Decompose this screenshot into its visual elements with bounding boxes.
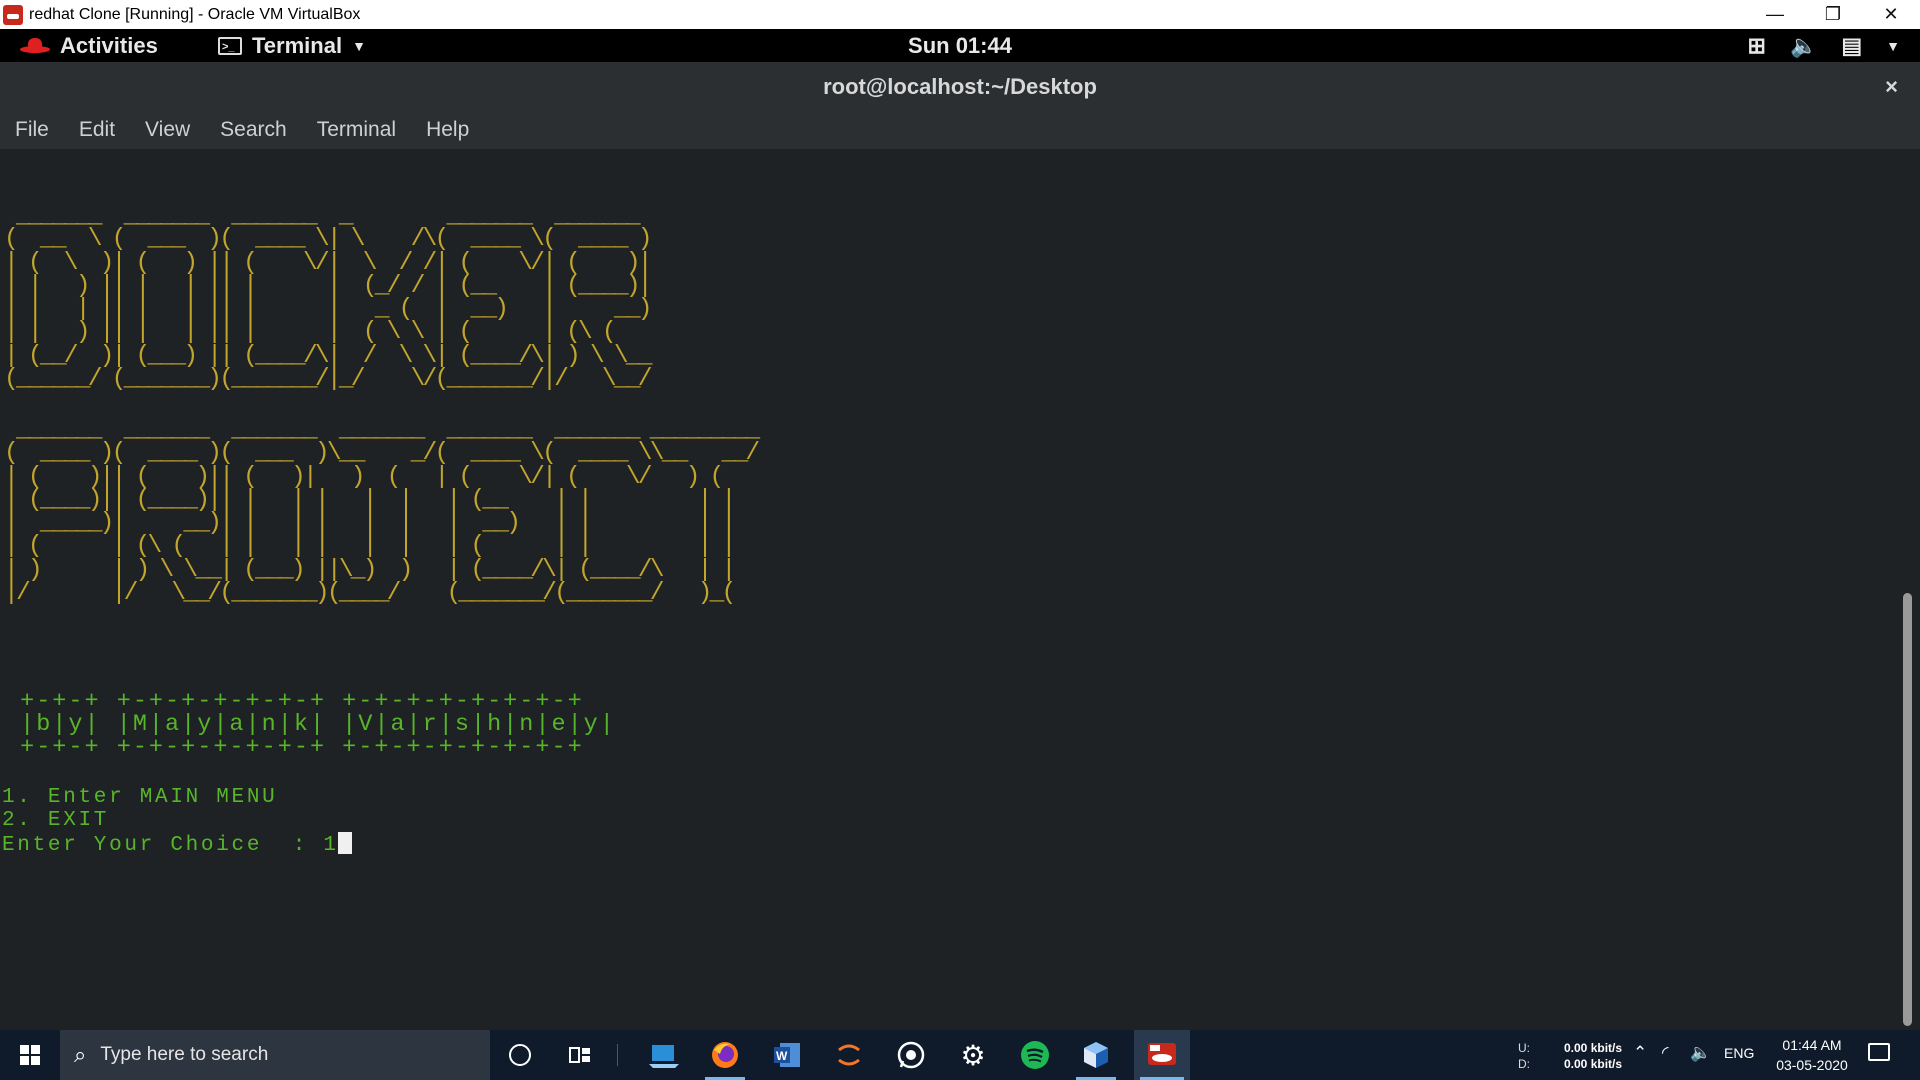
menu-terminal[interactable]: Terminal [317,118,396,142]
menu-option-2: 2. EXIT [2,809,110,832]
task-view-icon[interactable] [556,1035,604,1075]
menu-option-1: 1. Enter MAIN MENU [2,786,278,809]
clipboard-icon: ▤ [1841,32,1863,58]
close-window-button[interactable]: ✕ [1862,0,1920,29]
firefox-icon[interactable] [701,1035,749,1080]
gnome-top-bar: Activities >_ Terminal ▼ Sun 01:44 ⊞ 🔈 ▤… [0,29,1920,62]
net-down-label: D: [1518,1057,1530,1071]
search-placeholder: Type here to search [100,1044,269,1065]
menu-search[interactable]: Search [220,118,287,142]
choice-prompt: Enter Your Choice : [2,834,324,857]
app-menu-label: Terminal [252,32,343,58]
notification-icon[interactable] [1868,1043,1890,1061]
menu-edit[interactable]: Edit [79,118,115,142]
taskbar-date: 03-05-2020 [1776,1057,1848,1073]
choice-input[interactable]: 1 [323,834,338,857]
net-rates: 0.00 kbit/s 0.00 kbit/s [1564,1040,1622,1072]
terminal-headerbar: root@localhost:~/Desktop × [0,62,1920,111]
chevron-down-icon: ▼ [1886,37,1900,54]
menu-help[interactable]: Help [426,118,469,142]
spotify-icon[interactable] [1011,1035,1059,1075]
vm-window-titlebar: redhat Clone [Running] - Oracle VM Virtu… [0,0,1920,29]
menu-file[interactable]: File [15,118,49,142]
topbar-clock[interactable]: Sun 01:44 [900,29,1020,62]
svg-text:W: W [776,1049,788,1063]
scrollbar-thumb[interactable] [1903,593,1912,1026]
terminal-close-button[interactable]: × [1885,62,1898,111]
settings-icon[interactable]: ⚙ [949,1035,997,1075]
text-cursor [337,832,352,854]
terminal-app-menu[interactable]: >_ Terminal ▼ [218,29,366,62]
windows-taskbar: ⌕ Type here to search W ⚙ U: D: 0.00 kbi… [0,1030,1920,1080]
choice-prompt-line[interactable]: Enter Your Choice : 1 [2,832,352,857]
cortana-icon[interactable] [496,1035,544,1075]
system-status-area[interactable]: ⊞ 🔈 ▤ ▼ [1748,29,1901,62]
redhat-app-icon [3,4,23,25]
net-up-label: U: [1518,1041,1530,1055]
restore-button[interactable]: ❐ [1804,0,1862,29]
language-indicator[interactable]: ENG [1724,1045,1754,1061]
author-byline: +-+-+ +-+-+-+-+-+-+ +-+-+-+-+-+-+-+ |b|y… [20,688,616,761]
activities-label: Activities [60,32,158,58]
search-icon: ⌕ [74,1042,87,1067]
start-button[interactable] [0,1030,60,1080]
minimize-button[interactable]: — [1746,0,1804,29]
taskbar-time: 01:44 AM [1782,1037,1842,1053]
volume-icon: 🔈 [1789,32,1818,58]
redhat-logo-icon [20,37,50,54]
terminal-title: root@localhost:~/Desktop [823,74,1097,99]
jupyter-icon[interactable] [825,1035,873,1075]
taskbar-clock[interactable]: 01:44 AM 03-05-2020 [1770,1035,1854,1075]
network-icon: ⊞ [1747,32,1766,58]
terminal-icon: >_ [218,36,242,55]
net-labels: U: D: [1518,1040,1530,1072]
taskbar-search[interactable]: ⌕ Type here to search [60,1030,490,1080]
chevron-down-icon: ▼ [352,37,366,54]
terminal-output[interactable]: _______ _______ _______ _ _______ ______… [0,149,1900,1030]
whatsapp-icon[interactable] [887,1035,935,1075]
net-up-rate: 0.00 kbit/s [1564,1041,1623,1055]
windows-logo-icon [20,1045,40,1065]
ascii-banner-docker: _______ _______ _______ _ _______ ______… [4,203,653,394]
chevron-up-icon[interactable]: ⌃ [1633,1043,1647,1063]
files-icon[interactable] [640,1035,688,1075]
redhat-vm-icon[interactable] [1134,1030,1190,1080]
menu-view[interactable]: View [145,118,190,142]
volume-icon[interactable]: 🔈 [1690,1043,1711,1063]
activities-button[interactable]: Activities [20,29,158,62]
word-icon[interactable]: W [763,1035,811,1075]
wifi-icon[interactable]: ◜ [1662,1043,1669,1063]
virtualbox-icon[interactable] [1072,1035,1120,1080]
window-title: redhat Clone [Running] - Oracle VM Virtu… [29,5,361,23]
terminal-menubar: File Edit View Search Terminal Help [0,111,1920,149]
net-down-rate: 0.00 kbit/s [1564,1057,1623,1071]
ascii-banner-project: _______ _______ _______ _______ _______ … [4,417,760,608]
